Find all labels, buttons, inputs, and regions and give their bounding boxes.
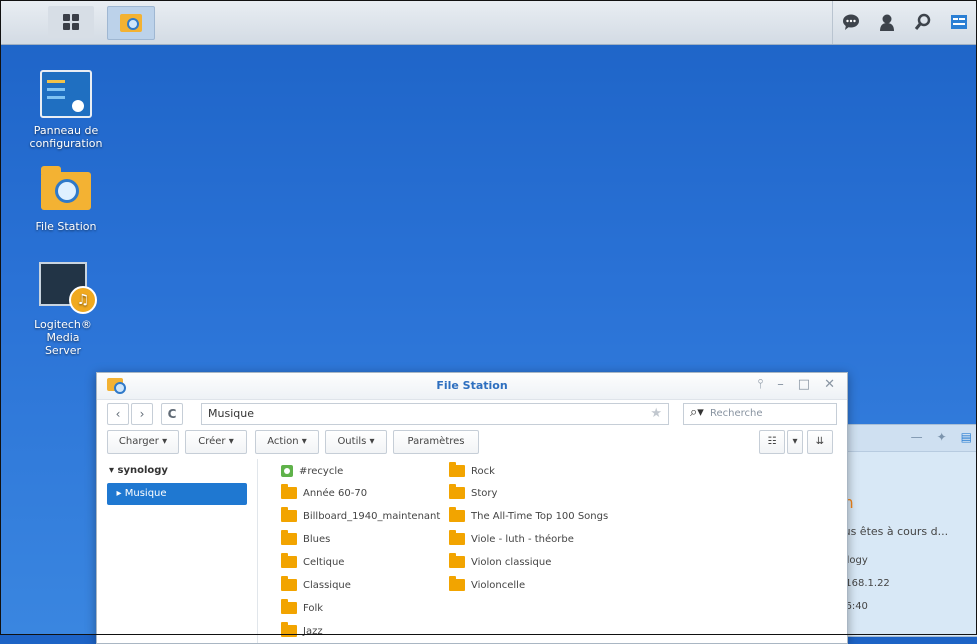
search-input[interactable]: ⌕▾ Recherche [683, 403, 837, 425]
pin-icon[interactable]: ✦ [937, 430, 947, 444]
file-station-window: File Station ⫯ – □ ✕ ‹ › C Musique ★ ⌕▾ … [96, 372, 848, 644]
file-station-icon [41, 166, 91, 210]
close-icon[interactable]: ✕ [824, 377, 835, 392]
widget-icon[interactable]: ▤ [961, 430, 972, 444]
tree-root[interactable]: ▾ synology [109, 465, 168, 476]
search-icon[interactable] [905, 7, 941, 37]
help-icon[interactable]: ⫯ [758, 377, 764, 392]
create-button[interactable]: Créer ▾ [185, 430, 247, 454]
list-item[interactable]: Année 60-70 [281, 484, 367, 499]
view-dropdown-icon[interactable]: ▾ [787, 430, 803, 454]
list-item[interactable]: Viole - luth - théorbe [449, 530, 574, 545]
taskbar [0, 0, 977, 45]
widgets-icon[interactable] [941, 7, 977, 37]
maximize-icon[interactable]: □ [798, 377, 810, 392]
folder-icon [281, 530, 297, 545]
path-field[interactable]: Musique ★ [201, 403, 669, 425]
window-titlebar[interactable]: File Station ⫯ – □ ✕ [97, 373, 847, 400]
window-title: File Station [436, 379, 508, 392]
recycle-icon [281, 465, 293, 477]
tools-button[interactable]: Outils ▾ [325, 430, 387, 454]
sidebar: ▾ synology ▸ Musique [97, 459, 258, 643]
system-tray [832, 0, 977, 44]
folder-icon [281, 622, 297, 637]
upload-button[interactable]: Charger ▾ [107, 430, 179, 454]
folder-icon [281, 576, 297, 591]
settings-button[interactable]: Paramètres [393, 430, 479, 454]
list-item[interactable]: Violoncelle [449, 576, 525, 591]
user-icon[interactable] [869, 7, 905, 37]
list-item[interactable]: Folk [281, 599, 323, 614]
folder-icon [449, 530, 465, 545]
tree-item-musique[interactable]: ▸ Musique [107, 483, 247, 505]
sort-icon[interactable]: ⇊ [807, 430, 833, 454]
file-station-icon [120, 14, 142, 32]
list-item[interactable]: Violon classique [449, 553, 551, 568]
list-item[interactable]: Story [449, 484, 497, 499]
folder-icon [449, 576, 465, 591]
minimize-icon[interactable]: — [911, 430, 923, 444]
main-menu-button[interactable] [48, 6, 94, 38]
star-icon[interactable]: ★ [650, 406, 662, 421]
grid-icon [63, 14, 79, 30]
chat-icon[interactable] [833, 7, 869, 37]
list-item[interactable]: Celtique [281, 553, 344, 568]
folder-icon [281, 484, 297, 499]
file-list: #recycle Année 60-70 Billboard_1940_main… [269, 459, 847, 643]
minimize-icon[interactable]: – [777, 377, 784, 392]
desktop-icon-control-panel[interactable]: Panneau de configuration [21, 70, 111, 150]
media-server-icon [39, 262, 97, 314]
desktop-icon-logitech-media-server[interactable]: Logitech® Media Server [18, 262, 108, 357]
toolbar: Charger ▾ Créer ▾ Action ▾ Outils ▾ Para… [107, 430, 837, 454]
view-list-icon[interactable]: ☷ [759, 430, 785, 454]
list-item[interactable]: Classique [281, 576, 351, 591]
folder-icon [281, 553, 297, 568]
refresh-button[interactable]: C [161, 403, 183, 425]
list-item[interactable]: Blues [281, 530, 330, 545]
back-button[interactable]: ‹ [107, 403, 129, 425]
list-item[interactable]: Rock [449, 462, 495, 477]
list-item[interactable]: Billboard_1940_maintenant [281, 507, 440, 522]
folder-icon [449, 507, 465, 522]
folder-icon [449, 484, 465, 499]
action-button[interactable]: Action ▾ [255, 430, 319, 454]
list-item[interactable]: Jazz [281, 622, 323, 637]
folder-icon [449, 462, 465, 477]
list-item[interactable]: The All-Time Top 100 Songs [449, 507, 608, 522]
list-item[interactable]: #recycle [281, 465, 343, 477]
folder-icon [281, 507, 297, 522]
desktop-icon-file-station[interactable]: File Station [21, 166, 111, 233]
folder-icon [281, 599, 297, 614]
forward-button[interactable]: › [131, 403, 153, 425]
control-panel-icon [40, 70, 92, 118]
search-icon: ⌕▾ [690, 405, 704, 420]
navigation-bar: ‹ › C Musique ★ ⌕▾ Recherche [107, 403, 837, 425]
folder-icon [449, 553, 465, 568]
taskbar-file-station-button[interactable] [107, 6, 155, 40]
